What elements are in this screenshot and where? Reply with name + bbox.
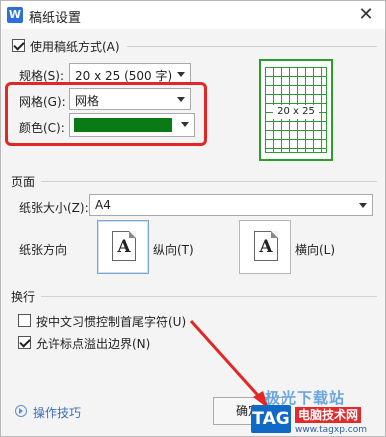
cjk-control-checkbox[interactable] [18,314,31,327]
watermark-url: www.tagxp.com [295,425,367,435]
tips-link[interactable]: 操作技巧 [33,404,81,421]
use-paper-checkbox[interactable] [12,39,25,52]
chevron-down-icon [177,72,185,77]
chevron-down-icon [359,203,367,208]
close-button[interactable]: ✕ [355,4,377,26]
paper-settings-dialog: W 稿纸设置 ✕ 使用稿纸方式(A) 规格(S): 20 x 25 (500 字… [0,0,386,437]
highlight-box [5,82,207,146]
use-paper-label: 使用稿纸方式(A) [30,40,120,54]
title-bar: W 稿纸设置 ✕ [1,1,385,29]
portrait-label[interactable]: 纵向(T) [153,241,194,258]
landscape-page-icon: A [254,231,278,261]
divider [127,46,377,47]
divider [41,181,377,182]
wps-logo-icon: W [7,7,23,23]
portrait-page-icon: A [112,231,136,261]
paper-size-label: 纸张大小(Z): [19,201,89,215]
wrap-section-title: 换行 [11,290,36,304]
cjk-control-label: 按中文习惯控制首尾字符(U) [36,315,187,329]
watermark-cn-text: 电脑技术网 [295,407,362,423]
play-circle-icon[interactable] [15,405,27,417]
dialog-title: 稿纸设置 [29,11,82,26]
paper-size-select[interactable]: A4 [89,194,373,216]
page-section-title: 页面 [11,175,36,189]
orientation-label: 纸张方向 [19,243,68,257]
portrait-option[interactable]: A [97,220,149,274]
landscape-option[interactable]: A [239,220,291,274]
punct-overflow-checkbox[interactable] [18,336,31,349]
watermark: 极光下载站 TAG 电脑技术网 www.tagxp.com [245,387,386,437]
paper-size-value: A4 [95,198,111,212]
punct-overflow-label: 允许标点溢出边界(N) [36,337,151,351]
page-letter: A [259,237,273,257]
divider [41,296,377,297]
watermark-tag-logo: TAG [251,405,291,433]
page-letter: A [117,237,131,257]
preview-label: 20 x 25 [273,105,319,119]
landscape-label[interactable]: 横向(L) [295,241,335,258]
grid-preview: 20 x 25 [259,59,333,161]
